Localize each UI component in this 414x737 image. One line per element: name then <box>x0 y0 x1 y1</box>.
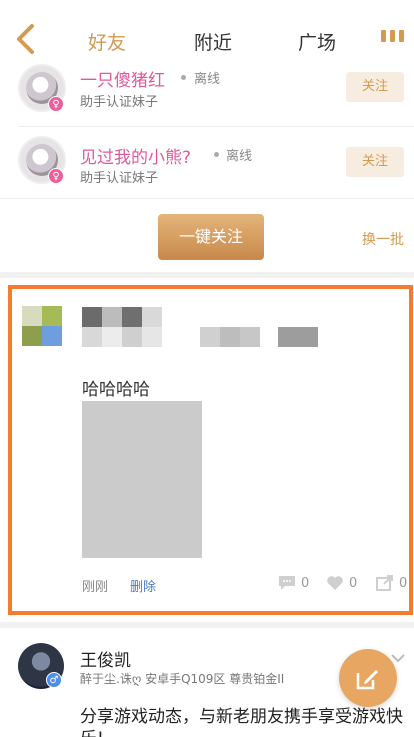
divider <box>18 126 414 127</box>
post-author-info: 醉于尘.诛ღ 安卓手Q109区 尊贵铂金II <box>80 672 285 686</box>
share-icon <box>376 575 393 591</box>
post-image[interactable] <box>82 401 202 558</box>
blurred-username[interactable] <box>82 307 162 327</box>
recommend-item[interactable]: ♀ 见过我的小熊? 离线 助手认证妹子 关注 <box>0 130 414 196</box>
recommend-name[interactable]: 一只傻猪红 <box>80 66 165 91</box>
comment-count: 0 <box>301 575 310 591</box>
refresh-button[interactable]: 换一批 <box>362 229 404 249</box>
share-count: 0 <box>399 575 408 591</box>
post-author-name[interactable]: 王俊凯 <box>80 646 131 671</box>
section-separator <box>0 622 414 628</box>
like-count: 0 <box>349 575 358 591</box>
share-button[interactable]: 0 <box>376 575 407 591</box>
status-dot <box>214 152 219 157</box>
post-card: 哈哈哈哈 刚刚 删除 0 0 0 <box>8 285 413 615</box>
post-text: 哈哈哈哈 <box>82 380 150 400</box>
blurred-info <box>278 327 318 347</box>
back-icon[interactable] <box>12 22 40 56</box>
follow-button[interactable]: 关注 <box>346 72 404 102</box>
heart-icon <box>327 576 343 590</box>
compose-button[interactable] <box>339 649 397 707</box>
blurred-info <box>200 327 260 347</box>
follow-button[interactable]: 关注 <box>346 147 404 177</box>
recommend-subtitle: 助手认证妹子 <box>80 171 159 186</box>
female-icon: ♀ <box>48 96 64 112</box>
recommend-status: 离线 <box>194 72 221 87</box>
recommend-subtitle: 助手认证妹子 <box>80 95 159 110</box>
comment-button[interactable]: 0 <box>278 575 309 591</box>
tab-friends[interactable]: 好友 <box>88 28 126 55</box>
blurred-username-row <box>82 327 162 347</box>
section-separator <box>0 272 414 278</box>
status-dot <box>181 75 186 80</box>
female-icon: ♀ <box>48 168 64 184</box>
edit-icon <box>356 670 378 690</box>
post-time: 刚刚 <box>82 580 109 595</box>
male-icon: ♂ <box>46 672 62 688</box>
comment-icon <box>279 576 295 590</box>
recommend-name[interactable]: 见过我的小熊? <box>80 143 191 168</box>
tab-square[interactable]: 广场 <box>298 28 336 55</box>
tab-nearby[interactable]: 附近 <box>194 28 232 55</box>
like-button[interactable]: 0 <box>326 575 357 591</box>
more-icon[interactable] <box>381 30 404 42</box>
delete-button[interactable]: 删除 <box>130 576 156 595</box>
one-key-follow-button[interactable]: 一键关注 <box>158 214 264 260</box>
avatar[interactable] <box>22 306 62 346</box>
post-text: 分享游戏动态，与新老朋友携手享受游戏快乐! <box>80 707 403 737</box>
recommend-status: 离线 <box>226 149 253 164</box>
divider <box>0 198 414 199</box>
recommend-item[interactable]: ♀ 一只傻猪红 离线 助手认证妹子 关注 <box>0 58 414 124</box>
